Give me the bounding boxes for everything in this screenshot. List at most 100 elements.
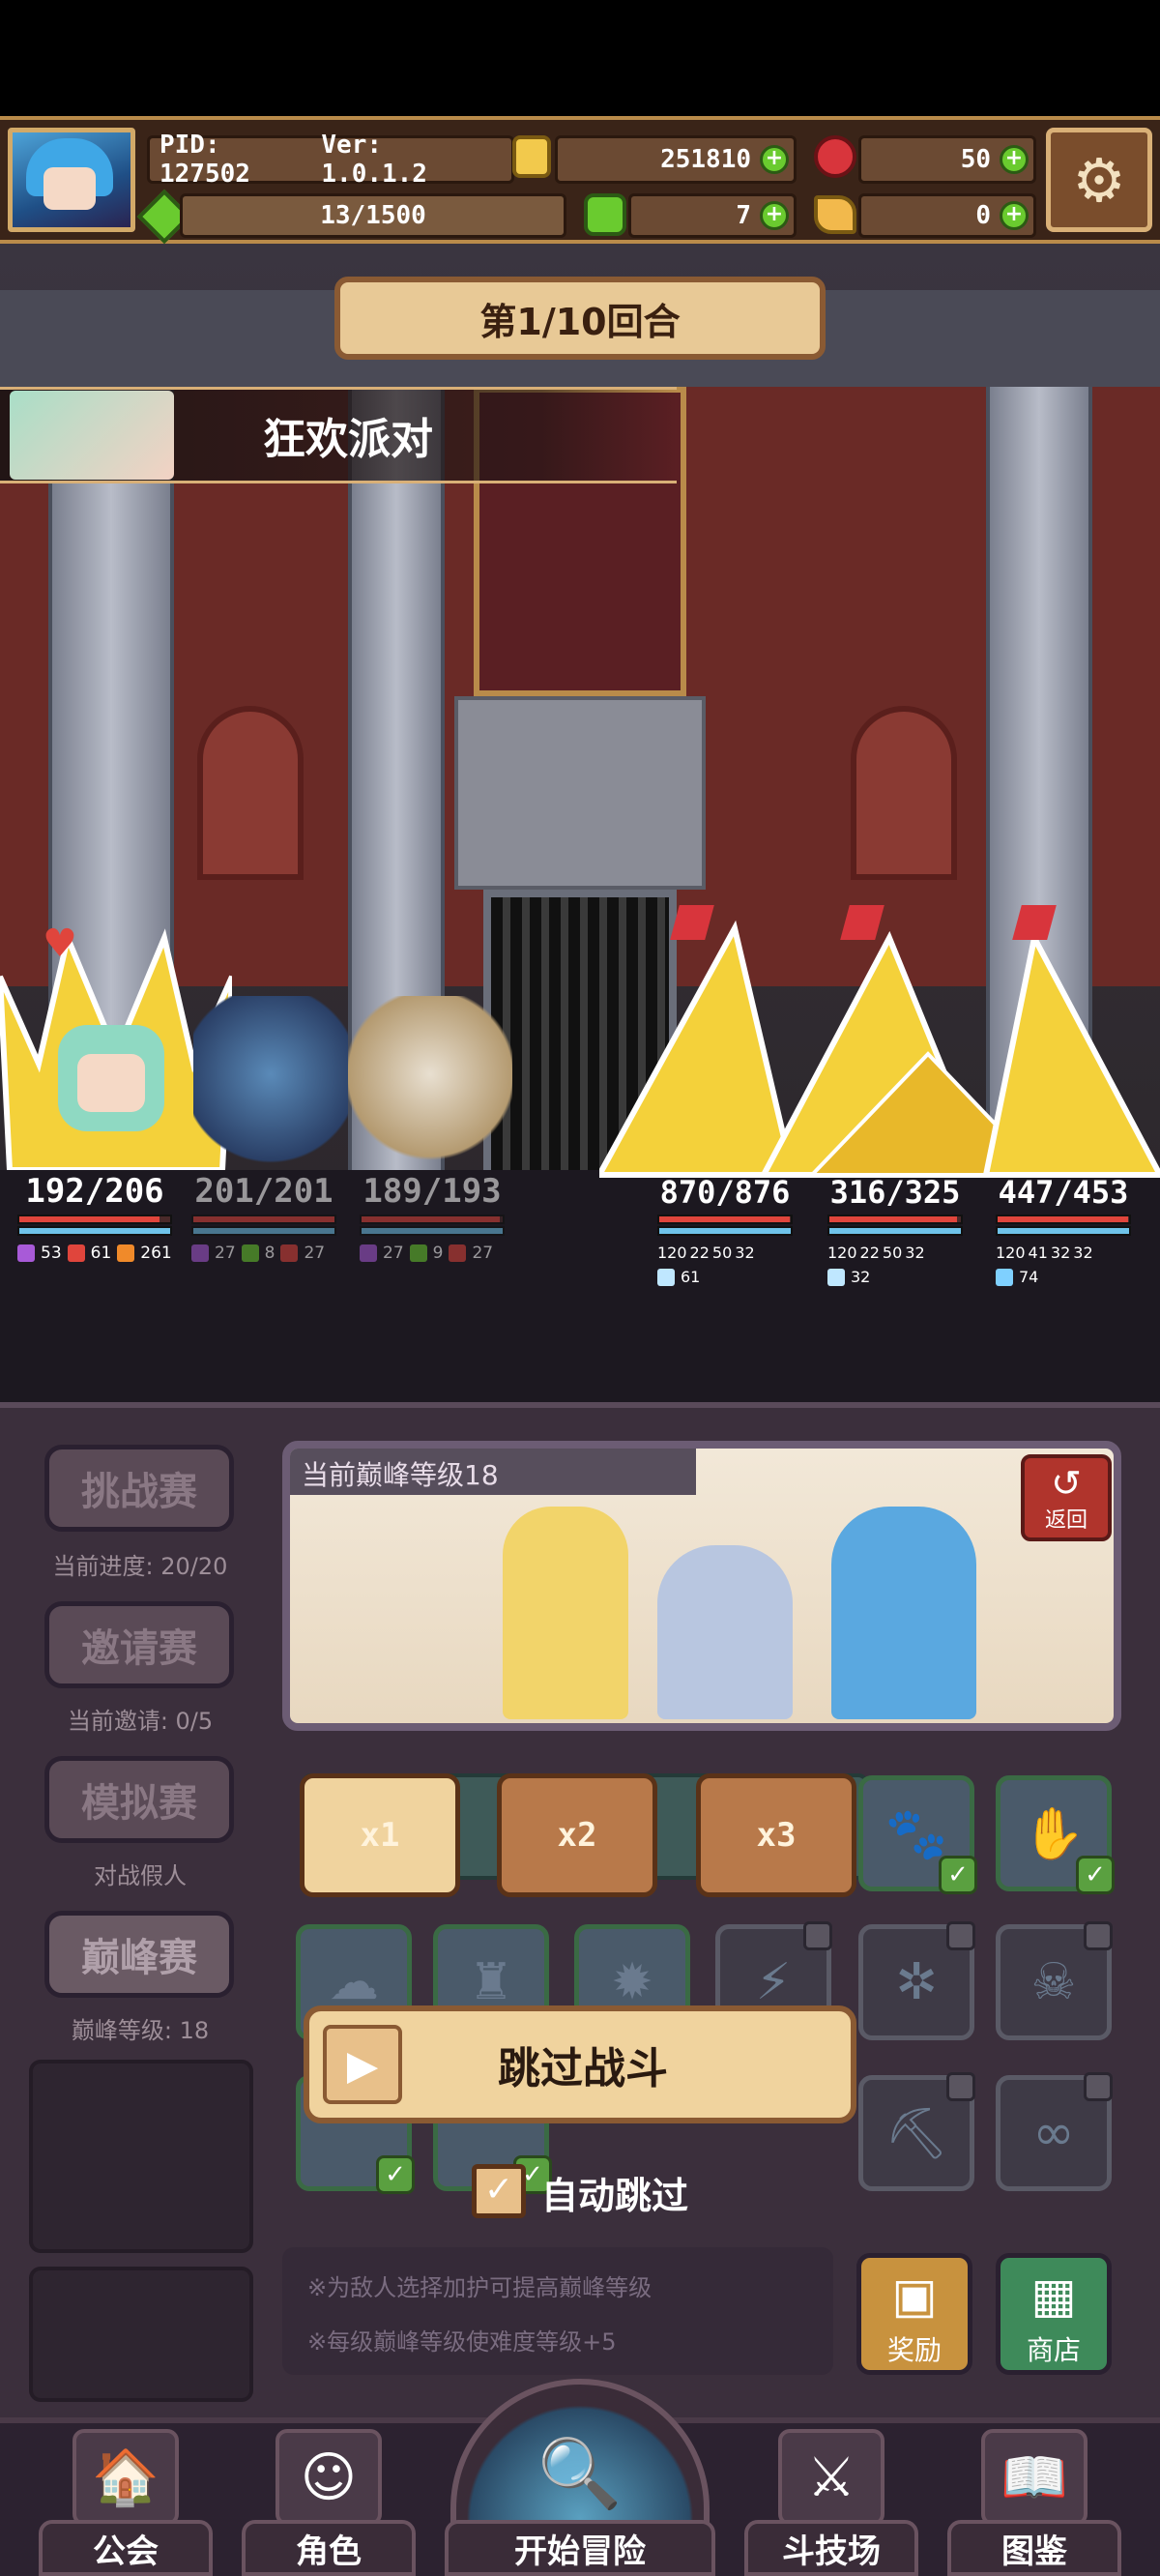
- nav-arena[interactable]: ⚔ 斗技场: [744, 2417, 918, 2576]
- nav-role[interactable]: ☺ 角色: [242, 2417, 416, 2576]
- enemy-2-extra-value: 32: [851, 1268, 871, 1286]
- empty-mode-slot-2: [29, 2267, 253, 2402]
- event-name: 狂欢派对: [263, 415, 433, 464]
- ally-2-stat-2: 8: [264, 1244, 276, 1263]
- ally-2-stat-1: 27: [215, 1244, 236, 1263]
- nav-codex[interactable]: 📖 图鉴: [947, 2417, 1121, 2576]
- lock-icon: [1084, 1921, 1113, 1950]
- enemy-3-stat-2: 41: [1028, 1244, 1048, 1262]
- enemy-2-extra-stat: 32: [827, 1268, 963, 1286]
- ally-3-stats: 27 9 27: [360, 1244, 505, 1263]
- add-ruby-plus-icon[interactable]: +: [1000, 145, 1029, 174]
- simulate-mode-button[interactable]: 模拟赛: [44, 1756, 234, 1843]
- ally-unit-3[interactable]: [348, 996, 512, 1170]
- add-key-plus-icon[interactable]: +: [1000, 201, 1029, 230]
- peak-mode-label: 巅峰赛: [81, 1936, 197, 1980]
- nav-adventure-label: 开始冒险: [445, 2520, 715, 2576]
- ally-2-mana-bar: [191, 1226, 336, 1236]
- note-line-1: ※为敌人选择加护可提高巅峰等级: [307, 2274, 652, 2301]
- lock-icon: [946, 1921, 975, 1950]
- player-avatar[interactable]: [8, 128, 135, 232]
- left-window-arch: [197, 706, 304, 880]
- return-button[interactable]: ↺ 返回: [1021, 1454, 1112, 1541]
- blessing-infinity[interactable]: ∞: [996, 2072, 1113, 2191]
- enemy-3-sprite: [982, 929, 1160, 1178]
- bleed-icon: [67, 1244, 85, 1262]
- poison-icon: [191, 1244, 209, 1262]
- ally-2-status: 201/201 27 8 27: [191, 1172, 336, 1263]
- enemy-3-hp: 447/453: [998, 1174, 1129, 1211]
- enemy-1-extra-stat: 61: [657, 1268, 793, 1286]
- speed-x1-button[interactable]: x1: [300, 1773, 460, 1897]
- add-clover-plus-icon[interactable]: +: [760, 201, 789, 230]
- ally-unit-2[interactable]: [193, 996, 348, 1170]
- blessing-claw[interactable]: ✋ ✓: [996, 1775, 1115, 1894]
- ally-1-stat-2: 61: [90, 1244, 112, 1263]
- paw-icon: 🐾: [884, 1804, 948, 1863]
- speed-x2-button[interactable]: x2: [497, 1773, 657, 1897]
- nav-guild[interactable]: 🏠 公会: [39, 2417, 213, 2576]
- speed-x3-label: x3: [756, 1816, 797, 1855]
- peak-level-caption: 当前巅峰等级18: [290, 1449, 696, 1495]
- store-button[interactable]: ▦ 商店: [996, 2253, 1112, 2375]
- blessing-gear[interactable]: ✲: [858, 1921, 975, 2040]
- settings-button[interactable]: ⚙: [1046, 128, 1152, 232]
- preview-character-3: [831, 1507, 976, 1719]
- ally-2-stat-3: 27: [304, 1244, 326, 1263]
- enemy-3-stat-1: 120: [996, 1244, 1026, 1262]
- castle-icon: ♜: [468, 1953, 514, 2011]
- fast-forward-icon: ▶: [323, 2025, 402, 2104]
- store-label: 商店: [1026, 2334, 1081, 2366]
- ally-3-mana-bar: [360, 1226, 505, 1236]
- round-indicator: 第1/10回合: [334, 277, 826, 360]
- check-icon: ✓: [376, 2155, 415, 2194]
- ally-3-stat-2: 9: [432, 1244, 444, 1263]
- enemy-3-stat-4: 32: [1073, 1244, 1093, 1262]
- reward-button[interactable]: ▣ 奖励: [856, 2253, 972, 2375]
- simulate-description: 对战假人: [94, 1862, 187, 1889]
- sword-icon: [241, 1244, 259, 1262]
- invite-mode-button[interactable]: 邀请赛: [44, 1601, 234, 1688]
- challenge-mode-button[interactable]: 挑战赛: [44, 1445, 234, 1532]
- gear-icon: ✲: [895, 1953, 938, 2011]
- empty-mode-slot-1: [29, 2060, 253, 2253]
- peak-mode-button[interactable]: 巅峰赛: [44, 1911, 234, 1998]
- enemy-2-stats: 120 22 50 32: [827, 1244, 963, 1262]
- enemy-2-hp: 316/325: [829, 1174, 961, 1211]
- nav-adventure[interactable]: 🔍 开始冒险: [445, 2417, 715, 2576]
- add-gold-plus-icon[interactable]: +: [760, 145, 789, 174]
- poison-icon: [17, 1244, 35, 1262]
- speed-x3-button[interactable]: x3: [696, 1773, 856, 1897]
- enemy-1-sprite: [594, 920, 797, 1178]
- enemy-1-stats: 120 22 50 32: [657, 1244, 793, 1262]
- simulate-mode-label: 模拟赛: [81, 1781, 197, 1826]
- cloud-icon: ☁: [329, 1953, 379, 2011]
- ally-3-status: 189/193 27 9 27: [360, 1172, 505, 1263]
- nav-role-label: 角色: [242, 2520, 416, 2576]
- speed-x2-label: x2: [557, 1816, 597, 1855]
- enemy-2-stat-2: 22: [859, 1244, 880, 1262]
- status-bar: [0, 0, 1160, 116]
- battle-floor: [0, 1170, 1160, 1402]
- challenge-mode-label: 挑战赛: [81, 1470, 197, 1514]
- enemy-sprites: [594, 920, 1160, 1178]
- ally-3-hp: 189/193: [362, 1172, 502, 1211]
- enemy-1-status: 870/876 120 22 50 32 61: [657, 1174, 793, 1286]
- stamina-amount: 13/1500: [320, 201, 426, 230]
- ally-3-stat-1: 27: [383, 1244, 404, 1263]
- invite-progress: 当前邀请: 0/5: [67, 1708, 214, 1735]
- heart-icon: ♥: [43, 922, 77, 966]
- enemy-3-stat-3: 32: [1050, 1244, 1071, 1262]
- peak-level: 巅峰等级: 18: [71, 2017, 210, 2044]
- book-icon: 📖: [981, 2429, 1088, 2526]
- skip-battle-button[interactable]: ▶ 跳过战斗: [304, 2005, 856, 2123]
- blessing-pick[interactable]: ⛏: [858, 2072, 975, 2191]
- blessing-paw[interactable]: 🐾 ✓: [858, 1775, 977, 1894]
- water-icon: [996, 1268, 1013, 1286]
- auto-skip-checkbox[interactable]: ✓: [472, 2164, 526, 2218]
- blessing-skull[interactable]: ☠: [996, 1921, 1113, 2040]
- crossed-swords-icon: ⚔: [778, 2429, 884, 2526]
- right-window-arch: [851, 706, 957, 880]
- character-icon: ☺: [276, 2429, 382, 2526]
- skull-icon: ☠: [1030, 1953, 1077, 2011]
